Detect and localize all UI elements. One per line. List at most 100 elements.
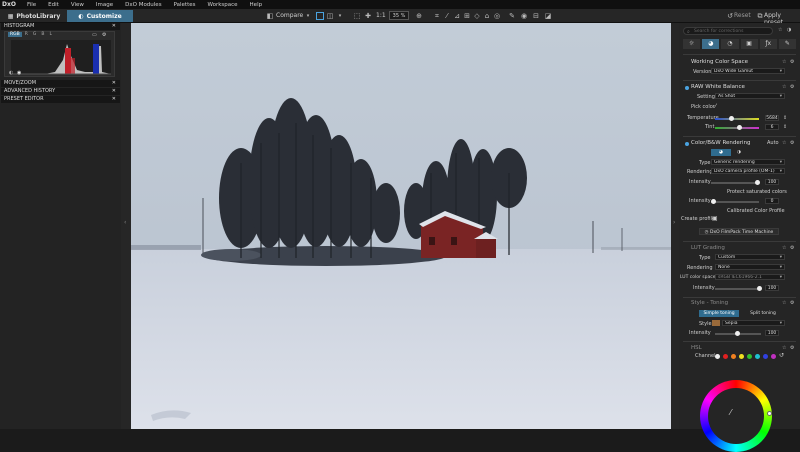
close-icon[interactable]: ✕: [112, 80, 116, 87]
intensity-slider[interactable]: [711, 180, 760, 185]
wheel-handle[interactable]: [767, 411, 772, 416]
color-mode-button[interactable]: ◕: [711, 149, 731, 156]
single-view-icon[interactable]: [316, 12, 324, 20]
hsl-color-wheel[interactable]: ⁄: [700, 380, 772, 452]
sepia-swatch[interactable]: [712, 320, 720, 326]
split-toning-button[interactable]: Split toning: [743, 310, 783, 317]
horizon-icon[interactable]: ⊿: [453, 12, 461, 20]
menu-edit[interactable]: Edit: [42, 2, 65, 8]
slider-knob[interactable]: [735, 331, 740, 336]
filmpack-time-machine-button[interactable]: ◷ DxO FilmPack Time Machine: [699, 228, 779, 235]
rendering-type-select[interactable]: Generic rendering: [711, 159, 785, 165]
menu-help[interactable]: Help: [244, 2, 269, 8]
monitor-icon[interactable]: ▭: [92, 32, 97, 38]
settings-icon[interactable]: ⚙: [102, 32, 106, 38]
settings-icon[interactable]: ⚙: [790, 245, 794, 251]
local-tab-icon[interactable]: ƒx: [759, 39, 777, 49]
fit-icon[interactable]: ⬚: [353, 12, 361, 20]
toggle-icon[interactable]: ◑: [787, 27, 791, 33]
channel-all-swatch[interactable]: [715, 354, 720, 359]
channel-g[interactable]: G: [31, 32, 39, 37]
histogram-header[interactable]: HISTOGRAM ✕: [1, 23, 120, 30]
style-select[interactable]: Sepia: [722, 320, 785, 326]
temperature-slider[interactable]: [715, 116, 759, 121]
zoom-icon[interactable]: ⊕: [415, 12, 423, 20]
hsl-title[interactable]: HSL: [691, 345, 702, 351]
menu-file[interactable]: File: [21, 2, 42, 8]
lut-grading-title[interactable]: LUT Grading: [691, 245, 725, 251]
intensity-value[interactable]: 100: [765, 179, 779, 185]
create-profile-icon[interactable]: ▣: [712, 215, 718, 222]
favorite-star-icon[interactable]: ☆: [782, 300, 786, 306]
slider-knob[interactable]: [757, 286, 762, 291]
settings-icon[interactable]: ⚙: [790, 59, 794, 65]
lut-rendering-select[interactable]: None: [715, 264, 785, 270]
split-view-icon[interactable]: ◫: [326, 12, 334, 20]
redeye-icon[interactable]: ◎: [493, 12, 501, 20]
auto-button[interactable]: Auto: [767, 140, 779, 146]
rendering-select[interactable]: DxO camera profile (OM-1): [711, 168, 785, 174]
channel-b[interactable]: B: [39, 32, 46, 37]
menu-image[interactable]: Image: [90, 2, 119, 8]
tint-value[interactable]: 6: [765, 124, 779, 130]
channel-yellow-swatch[interactable]: [739, 354, 744, 359]
white-balance-title[interactable]: RAW White Balance: [691, 84, 745, 90]
temperature-value[interactable]: 5684: [765, 115, 779, 121]
preset-editor-header[interactable]: PRESET EDITOR ✕: [1, 96, 120, 103]
geometry-tab-icon[interactable]: ▣: [740, 39, 758, 49]
settings-icon[interactable]: ⚙: [790, 140, 794, 146]
menu-view[interactable]: View: [65, 2, 90, 8]
chevron-down-icon[interactable]: ▾: [336, 12, 344, 20]
style-toning-title[interactable]: Style - Toning: [691, 300, 728, 306]
eyedropper-icon[interactable]: ⁄: [443, 12, 451, 20]
channel-r[interactable]: R: [23, 32, 30, 37]
lut-intensity-value[interactable]: 100: [765, 285, 779, 291]
bw-mode-button[interactable]: ◑: [733, 149, 745, 156]
close-icon[interactable]: ✕: [112, 88, 116, 95]
favorite-star-icon[interactable]: ☆: [782, 84, 786, 90]
advanced-history-header[interactable]: ADVANCED HISTORY ✕: [1, 88, 120, 95]
lut-type-select[interactable]: Custom: [715, 254, 785, 260]
color-tab-icon[interactable]: ◕: [702, 39, 720, 49]
slider-knob[interactable]: [729, 116, 734, 121]
working-color-space-title[interactable]: Working Color Space: [691, 59, 748, 65]
local-adjust-icon[interactable]: ◇: [473, 12, 481, 20]
detail-tab-icon[interactable]: ◔: [721, 39, 739, 49]
preset-icon[interactable]: ⧉: [756, 12, 764, 20]
spinner-icon[interactable]: ⇕: [783, 124, 787, 130]
perspective-icon[interactable]: ⊞: [463, 12, 471, 20]
repair-icon[interactable]: ⌂: [483, 12, 491, 20]
eyedropper-icon[interactable]: ⁄: [730, 408, 731, 417]
style-intensity-slider[interactable]: [715, 331, 761, 336]
favorite-star-icon[interactable]: ☆: [782, 345, 786, 351]
menu-workspace[interactable]: Workspace: [201, 2, 243, 8]
channel-green-swatch[interactable]: [747, 354, 752, 359]
shadow-clip-icon[interactable]: ◐: [9, 70, 13, 76]
search-field[interactable]: ⌕ Search for corrections: [683, 27, 773, 35]
effects-tab-icon[interactable]: ✎: [778, 39, 797, 49]
slider-knob[interactable]: [755, 180, 760, 185]
lut-color-space-select[interactable]: sRGB IEC61966-2.1: [715, 274, 785, 280]
left-panel-toggle[interactable]: ‹: [121, 23, 131, 429]
light-tab-icon[interactable]: ☼: [683, 39, 701, 49]
highlight-clip-icon[interactable]: ◉: [17, 70, 21, 76]
settings-icon[interactable]: ⚙: [790, 345, 794, 351]
zoom-select[interactable]: 35 %: [389, 11, 409, 20]
style-intensity-value[interactable]: 100: [765, 330, 779, 336]
channel-orange-swatch[interactable]: [731, 354, 736, 359]
section-active-indicator[interactable]: [685, 86, 689, 90]
close-icon[interactable]: ✕: [112, 23, 116, 30]
reset-icon[interactable]: ↺: [779, 352, 784, 359]
menu-palettes[interactable]: Palettes: [168, 2, 202, 8]
settings-icon[interactable]: ⚙: [790, 84, 794, 90]
compare-icon[interactable]: ◧: [266, 12, 274, 20]
zoom-1to1[interactable]: 1:1: [376, 12, 386, 19]
crop-icon[interactable]: ⌗: [433, 12, 441, 20]
favorite-star-icon[interactable]: ☆: [782, 59, 786, 65]
slider-knob[interactable]: [711, 199, 716, 204]
chevron-down-icon[interactable]: ▾: [304, 12, 312, 20]
channel-rgb[interactable]: RGB: [8, 32, 22, 37]
close-icon[interactable]: ✕: [112, 96, 116, 103]
compare-button[interactable]: Compare: [276, 12, 303, 19]
watermark-icon[interactable]: ✎: [508, 12, 516, 20]
